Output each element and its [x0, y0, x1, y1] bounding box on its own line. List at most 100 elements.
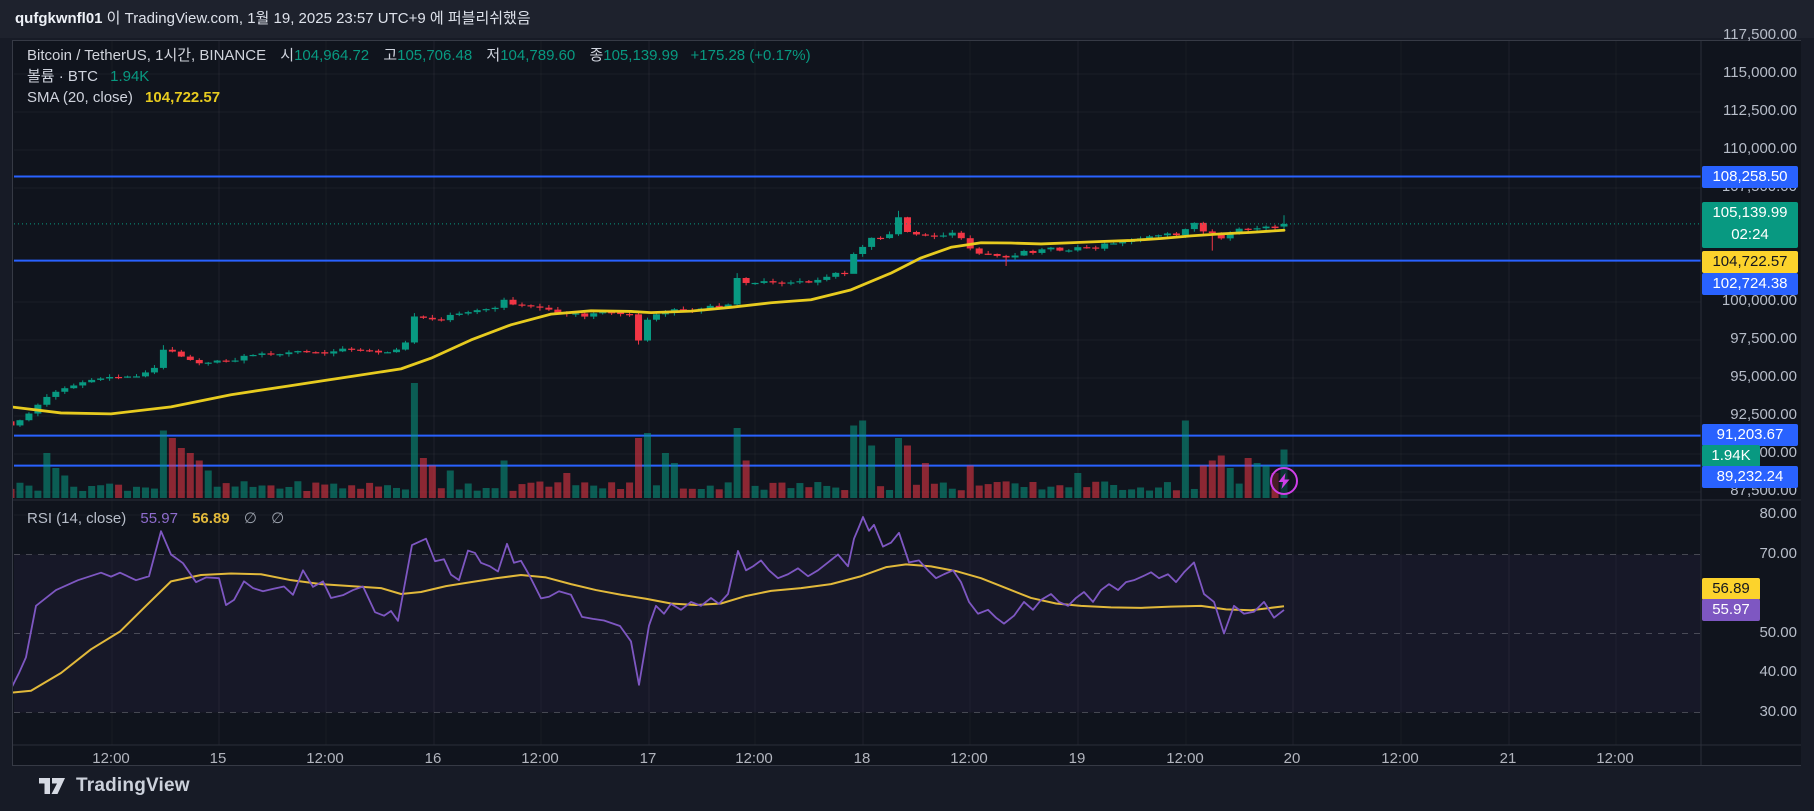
candle-body: [330, 351, 338, 354]
volume-bar: [133, 486, 141, 498]
time-axis-tick: 21: [1499, 750, 1517, 767]
symbol-legend-row[interactable]: Bitcoin / TetherUS, 1시간, BINANCE 시104,96…: [27, 45, 811, 66]
candle-body: [401, 342, 409, 350]
candle-body: [518, 304, 526, 306]
candle-body: [635, 314, 643, 341]
blue-axis-label: 91,203.67: [1702, 424, 1798, 446]
volume-bar: [61, 475, 69, 498]
chart-legend: Bitcoin / TetherUS, 1시간, BINANCE 시104,96…: [27, 45, 811, 108]
volume-bar: [141, 487, 149, 498]
price-axis-tick: 110,000.00: [1723, 140, 1797, 158]
volume-bar: [518, 484, 526, 498]
volume-bar: [877, 486, 885, 498]
volume-bar: [1056, 485, 1064, 498]
volume-bar: [437, 488, 445, 498]
close-value: 105,139.99: [603, 47, 679, 64]
candle-body: [303, 351, 311, 353]
volume-bar: [168, 438, 176, 498]
candle-body: [366, 350, 374, 352]
volume-bar: [1137, 487, 1145, 498]
volume-bar: [97, 485, 105, 498]
volume-bar: [1074, 473, 1082, 498]
volume-bar: [688, 488, 696, 498]
candle-body: [375, 350, 383, 353]
candle-body: [473, 310, 481, 313]
candle-body: [43, 396, 51, 405]
volume-bar: [1128, 489, 1136, 498]
candle-body: [626, 314, 634, 316]
volume-bar: [930, 483, 938, 498]
publish-info-text: 이 TradingView.com, 1월 19, 2025 23:57 UTC…: [102, 10, 531, 27]
candle-body: [787, 282, 795, 284]
candle-body: [258, 353, 266, 355]
candle-body: [1029, 250, 1037, 253]
candle-body: [751, 282, 759, 285]
candle-body: [984, 253, 992, 255]
candle-body: [805, 281, 813, 283]
candle-body: [357, 349, 365, 351]
footer-branding[interactable]: TradingView: [38, 775, 190, 797]
sma-legend-row[interactable]: SMA (20, close) 104,722.57: [27, 87, 811, 108]
candle-body: [321, 352, 329, 354]
price-axis-tick: 117,500.00: [1723, 26, 1797, 44]
volume-bar: [778, 482, 786, 498]
volume-bar: [1011, 483, 1019, 498]
time-axis-tick: 12:00: [521, 750, 559, 767]
candle-body: [877, 237, 885, 240]
volume-bar: [796, 483, 804, 498]
rsi-ma-value: 56.89: [192, 510, 230, 527]
candle-body: [52, 391, 60, 397]
volume-bar: [617, 489, 625, 498]
price-axis-tick: 95,000.00: [1730, 367, 1797, 385]
candle-body: [13, 421, 15, 426]
volume-bar: [1181, 420, 1189, 498]
candle-body: [168, 349, 176, 352]
symbol-title[interactable]: Bitcoin / TetherUS, 1시간, BINANCE: [27, 47, 266, 64]
volume-bar: [321, 484, 329, 498]
time-axis-tick: 16: [424, 750, 442, 767]
candle-body: [1199, 222, 1207, 232]
lightning-icon[interactable]: [1270, 467, 1298, 495]
candle-body: [868, 237, 876, 247]
volume-bar: [1101, 481, 1109, 498]
tradingview-published-chart-page: qufgkwnfl01 이 TradingView.com, 1월 19, 20…: [0, 0, 1814, 811]
candle-body: [832, 272, 840, 277]
candle-body: [850, 254, 858, 274]
volume-legend-row[interactable]: 볼륨 · BTC 1.94K: [27, 66, 811, 87]
volume-bar: [70, 486, 78, 498]
candle-body: [25, 413, 33, 421]
chart-canvas[interactable]: [13, 41, 1802, 765]
rsi-label: RSI (14, close): [27, 510, 127, 527]
candle-body: [339, 348, 347, 352]
candle-body: [455, 313, 463, 315]
candle-body: [1092, 247, 1100, 249]
volume-bar: [401, 489, 409, 498]
candle-body: [957, 232, 965, 239]
candle-body: [1253, 228, 1261, 230]
candle-body: [948, 232, 956, 236]
volume-bar: [626, 482, 634, 498]
current-price-axis-label: 105,139.99 02:24: [1702, 202, 1798, 248]
candle-body: [240, 355, 248, 361]
volume-bar: [34, 490, 42, 498]
candle-body: [975, 248, 983, 254]
volume-bar: [644, 433, 651, 498]
volume-bar: [706, 485, 714, 498]
volume-bar: [635, 438, 643, 498]
rsi-legend-row[interactable]: RSI (14, close) 55.97 56.89 ∅ ∅: [27, 509, 284, 527]
candle-body: [1181, 229, 1189, 236]
candle-body: [859, 246, 867, 255]
change-value: +175.28 (+0.17%): [690, 47, 811, 64]
blue-axis-label: 102,724.38: [1702, 273, 1798, 295]
volume-bar: [1199, 465, 1207, 498]
candle-body: [419, 316, 427, 318]
volume-bar: [760, 489, 768, 498]
price-axis-tick: 112,500.00: [1723, 102, 1797, 120]
candle-body: [312, 352, 320, 354]
volume-bar: [886, 489, 894, 498]
publisher-username[interactable]: qufgkwnfl01: [15, 10, 103, 27]
volume-bar: [312, 482, 320, 498]
chart-widget[interactable]: [12, 40, 1801, 766]
volume-bar: [1208, 460, 1216, 498]
time-axis-tick: 18: [853, 750, 871, 767]
